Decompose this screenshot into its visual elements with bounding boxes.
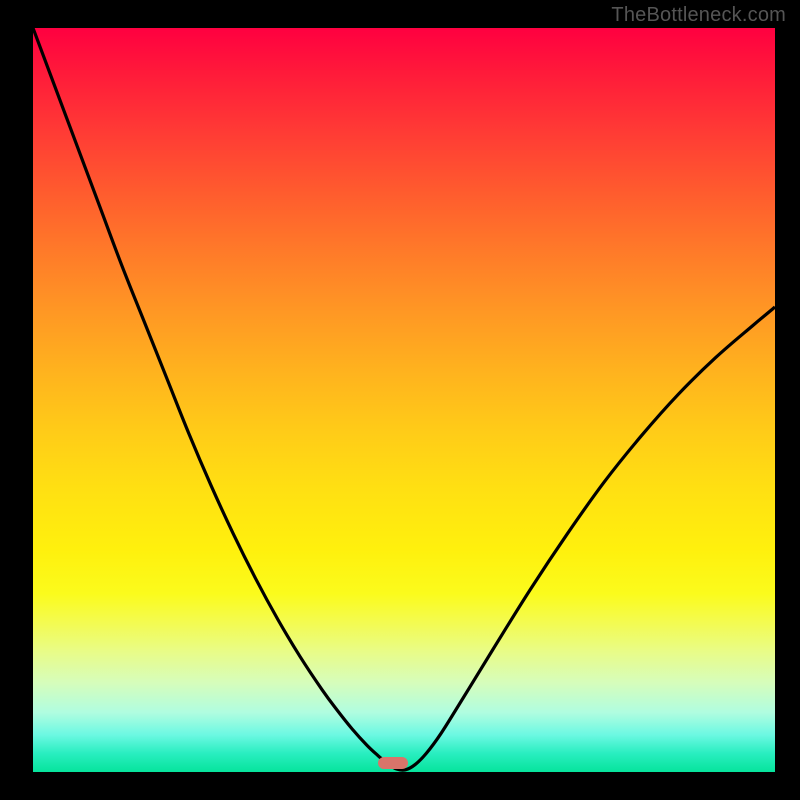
chart-stage: TheBottleneck.com — [0, 0, 800, 800]
curve-path — [33, 28, 775, 770]
bottleneck-curve — [0, 0, 800, 800]
watermark-text: TheBottleneck.com — [611, 4, 786, 27]
optimal-marker — [378, 757, 408, 769]
